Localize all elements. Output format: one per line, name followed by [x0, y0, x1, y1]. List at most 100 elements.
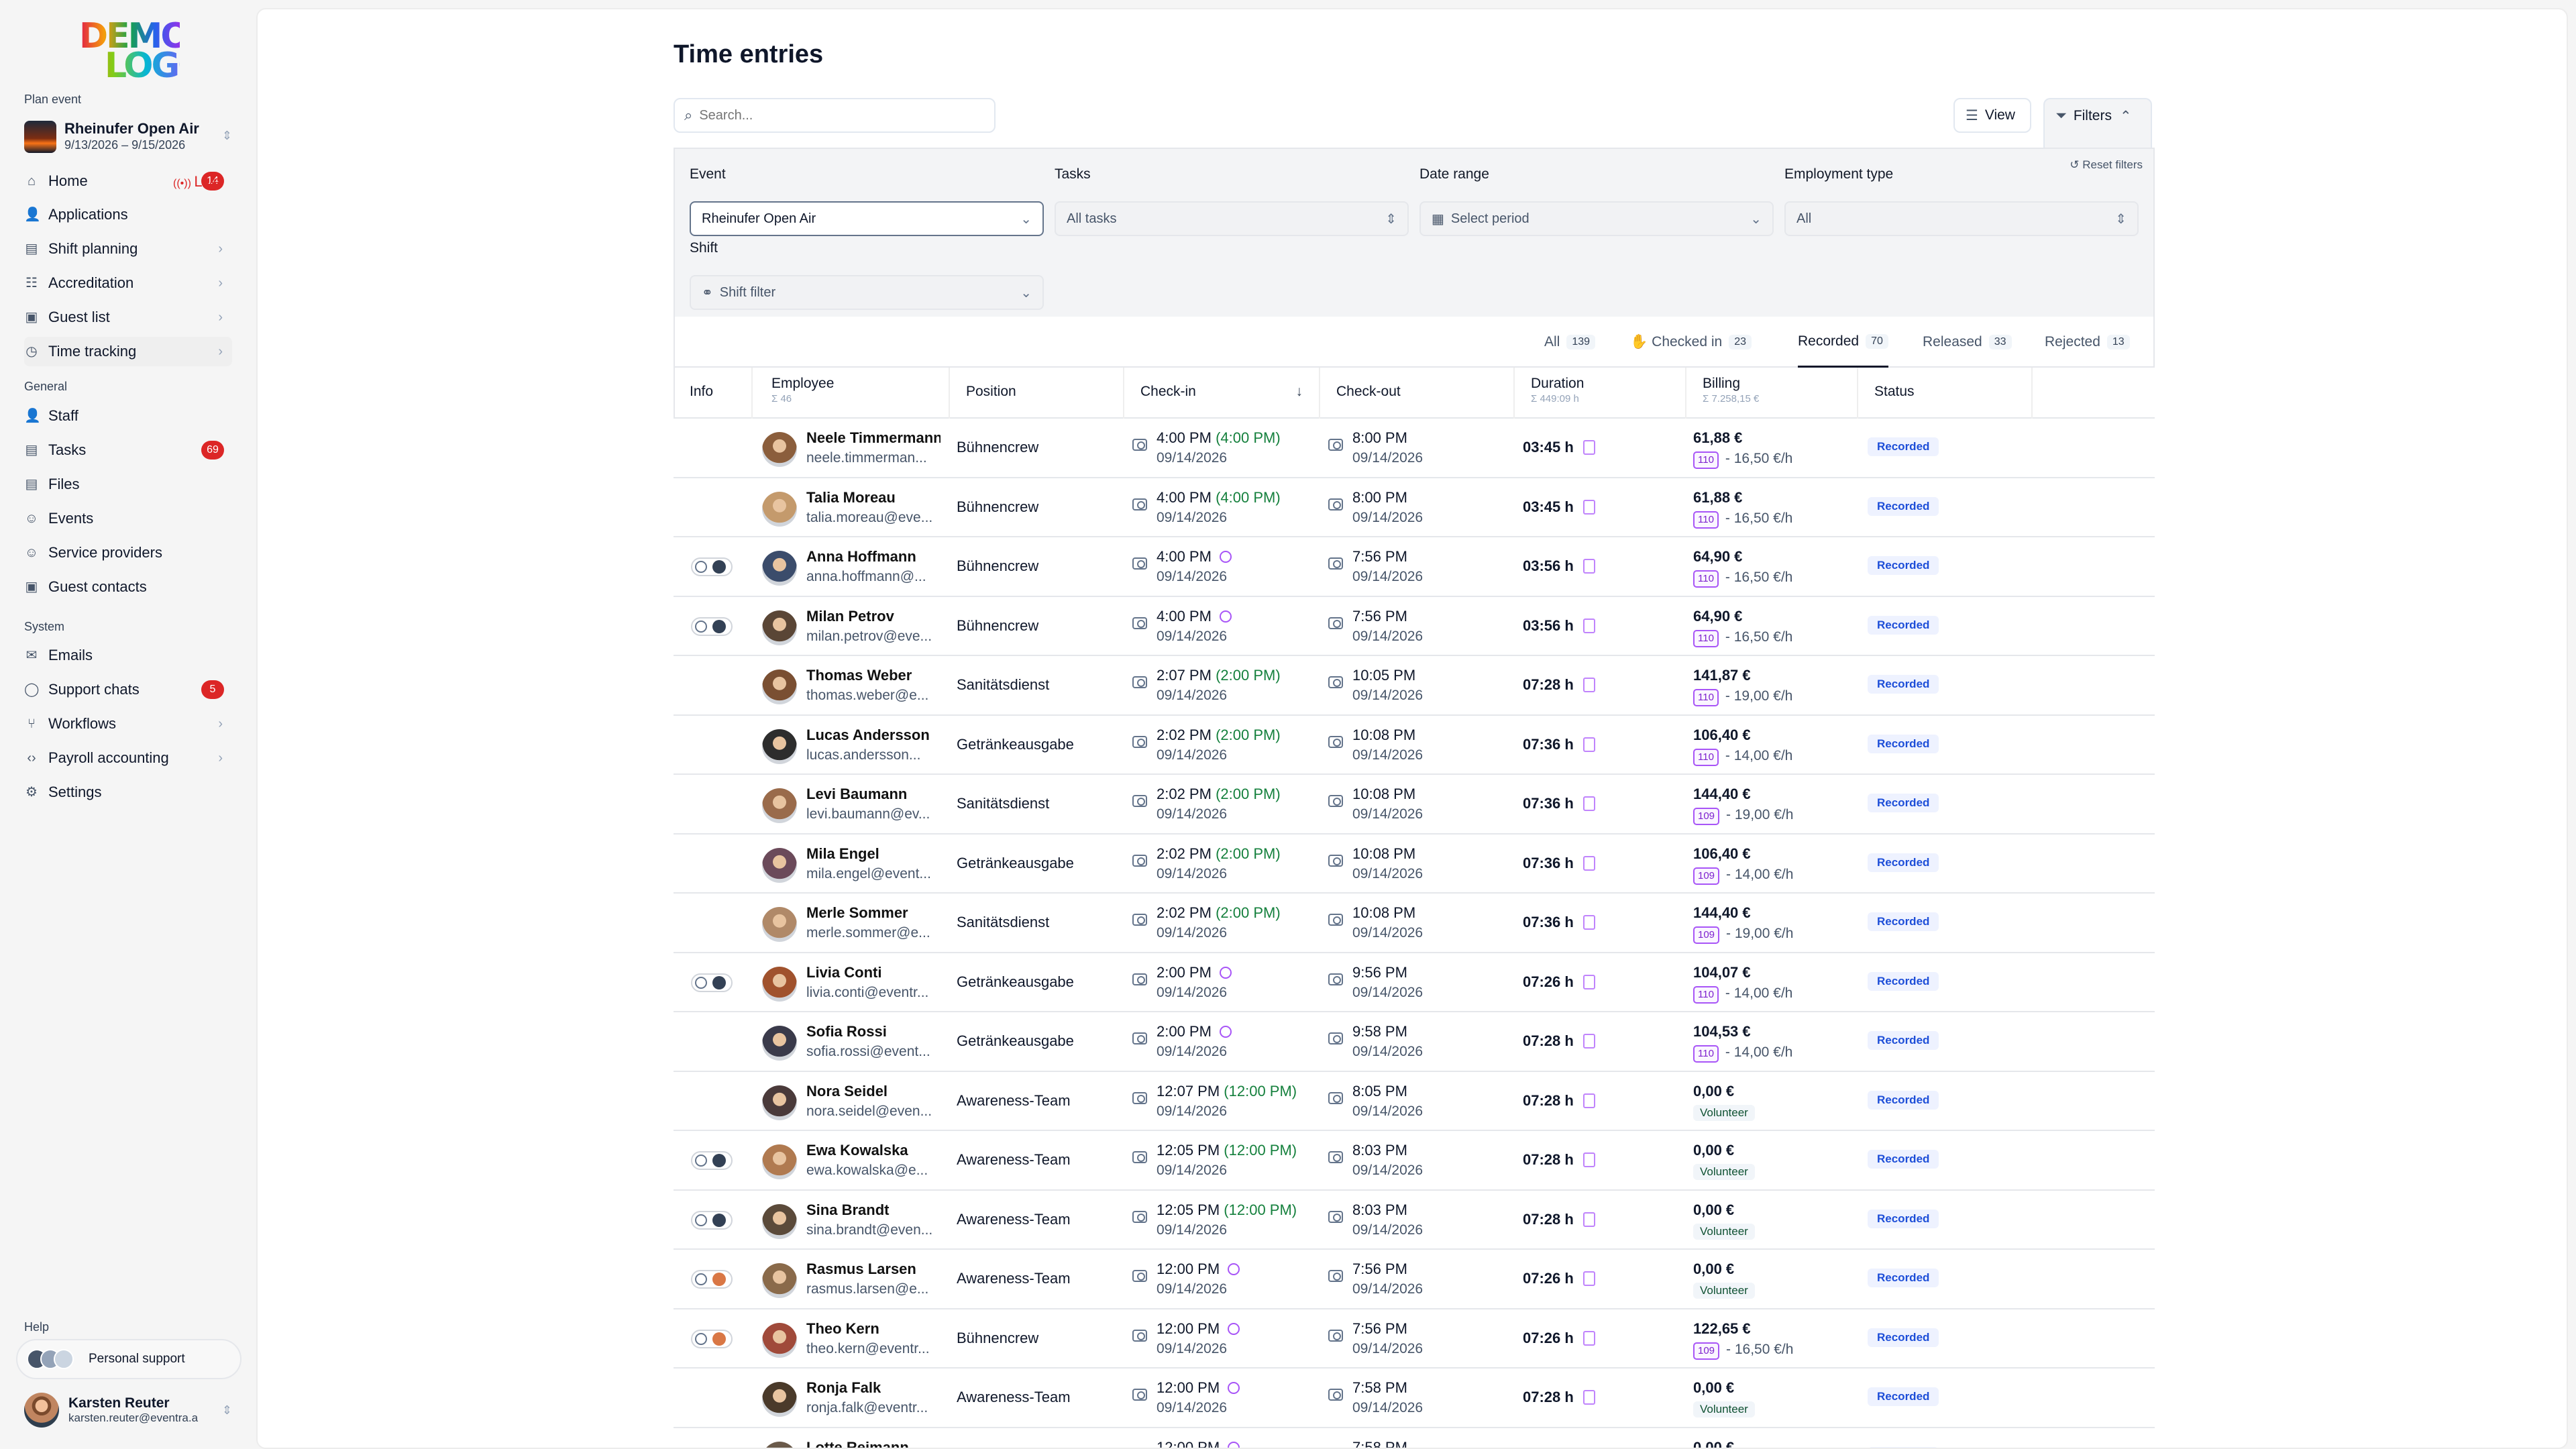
- camera-icon[interactable]: [1132, 1270, 1147, 1282]
- camera-icon[interactable]: [1328, 1151, 1343, 1163]
- camera-icon[interactable]: [1328, 439, 1343, 451]
- table-row[interactable]: Theo Kern theo.kern@eventr... Bühnencrew 12…: [674, 1309, 2155, 1368]
- live-indicator[interactable]: ((•)) Live: [173, 173, 221, 191]
- document-icon[interactable]: [1582, 1330, 1595, 1346]
- camera-icon[interactable]: [1328, 498, 1343, 511]
- table-row[interactable]: Rasmus Larsen rasmus.larsen@e... Awareness…: [674, 1250, 2155, 1309]
- tasks-filter-select[interactable]: All tasks ⇕: [1055, 201, 1409, 236]
- camera-icon[interactable]: [1328, 1032, 1343, 1044]
- table-row[interactable]: Sina Brandt sina.brandt@even... Awareness-…: [674, 1191, 2155, 1250]
- sidebar-item-home[interactable]: ⌂ Home 14 ((•)) Live: [24, 166, 232, 196]
- table-row[interactable]: Merle Sommer merle.sommer@e... Sanitätsdie…: [674, 894, 2155, 953]
- info-indicator[interactable]: [691, 1210, 733, 1230]
- camera-icon[interactable]: [1328, 735, 1343, 748]
- date-range-select[interactable]: ▦ Select period ⌄: [1419, 201, 1774, 236]
- employee-name[interactable]: Lotte Reimann: [806, 1438, 941, 1448]
- table-row[interactable]: Neele Timmermann neele.timmerman... Bühnen…: [674, 419, 2155, 478]
- sort-down-icon[interactable]: ↓: [1296, 384, 1303, 400]
- employee-name[interactable]: Rasmus Larsen: [806, 1259, 941, 1279]
- sidebar-item-time-tracking[interactable]: ◷ Time tracking ›: [24, 337, 232, 366]
- camera-icon[interactable]: [1132, 973, 1147, 985]
- company-logo[interactable]: DEMO LOGO: [79, 19, 207, 83]
- camera-icon[interactable]: [1132, 557, 1147, 570]
- column-checkout[interactable]: Check-out: [1320, 368, 1515, 419]
- reset-filters-button[interactable]: ↺ Reset filters: [2070, 158, 2143, 172]
- camera-icon[interactable]: [1328, 676, 1343, 688]
- document-icon[interactable]: [1582, 559, 1595, 574]
- search-box[interactable]: ⌕: [674, 98, 996, 133]
- employee-name[interactable]: Ewa Kowalska: [806, 1140, 941, 1161]
- table-row[interactable]: Thomas Weber thomas.weber@e... Sanitätsdie…: [674, 656, 2155, 716]
- column-status[interactable]: Status: [1858, 368, 2033, 419]
- tab-released[interactable]: Released 33: [1923, 317, 2012, 368]
- filters-button[interactable]: ⏷ Filters ⌃: [2043, 98, 2152, 148]
- document-icon[interactable]: [1582, 737, 1595, 752]
- document-icon[interactable]: [1582, 1212, 1595, 1227]
- employee-name[interactable]: Sofia Rossi: [806, 1022, 941, 1042]
- employee-name[interactable]: Ronja Falk: [806, 1378, 941, 1398]
- employee-name[interactable]: Thomas Weber: [806, 665, 941, 686]
- table-row[interactable]: Ronja Falk ronja.falk@eventr... Awareness-…: [674, 1368, 2155, 1428]
- sidebar-item-guest-list[interactable]: ▣ Guest list ›: [24, 303, 232, 332]
- user-menu[interactable]: Karsten Reuter karsten.reuter@eventra.a …: [24, 1390, 232, 1430]
- sidebar-item-service-providers[interactable]: ☺ Service providers: [24, 538, 232, 568]
- employee-name[interactable]: Anna Hoffmann: [806, 547, 941, 567]
- document-icon[interactable]: [1582, 915, 1595, 930]
- sidebar-item-workflows[interactable]: ⑂ Workflows ›: [24, 709, 232, 739]
- column-billing[interactable]: Billing Σ 7.258,15 €: [1686, 368, 1858, 419]
- camera-icon[interactable]: [1132, 1389, 1147, 1401]
- camera-icon[interactable]: [1132, 1032, 1147, 1044]
- column-checkin[interactable]: Check-in ↓: [1124, 368, 1320, 419]
- info-indicator[interactable]: [691, 973, 733, 992]
- employee-name[interactable]: Merle Sommer: [806, 903, 941, 923]
- camera-icon[interactable]: [1132, 1091, 1147, 1104]
- camera-icon[interactable]: [1132, 735, 1147, 748]
- camera-icon[interactable]: [1132, 1151, 1147, 1163]
- document-icon[interactable]: [1582, 855, 1595, 871]
- table-row[interactable]: Milan Petrov milan.petrov@eve... Bühnencre…: [674, 597, 2155, 656]
- sidebar-item-shift-planning[interactable]: ▤ Shift planning ›: [24, 234, 232, 264]
- employee-name[interactable]: Nora Seidel: [806, 1081, 941, 1102]
- info-indicator[interactable]: [691, 1329, 733, 1348]
- document-icon[interactable]: [1582, 1390, 1595, 1405]
- sidebar-item-files[interactable]: ▤ Files: [24, 470, 232, 499]
- column-duration[interactable]: Duration Σ 449:09 h: [1515, 368, 1686, 419]
- table-row[interactable]: Levi Baumann levi.baumann@ev... Sanitätsdi…: [674, 775, 2155, 835]
- camera-icon[interactable]: [1328, 1329, 1343, 1342]
- camera-icon[interactable]: [1328, 854, 1343, 867]
- table-row[interactable]: Lucas Andersson lucas.andersson... Getränk…: [674, 716, 2155, 775]
- employee-name[interactable]: Mila Engel: [806, 844, 941, 864]
- camera-icon[interactable]: [1132, 439, 1147, 451]
- document-icon[interactable]: [1582, 796, 1595, 811]
- camera-icon[interactable]: [1328, 914, 1343, 926]
- event-switcher[interactable]: Rheinufer Open Air 9/13/2026 – 9/15/2026…: [24, 119, 232, 154]
- table-row[interactable]: Mila Engel mila.engel@event... Getränkeaus…: [674, 835, 2155, 894]
- camera-icon[interactable]: [1132, 854, 1147, 867]
- employee-name[interactable]: Lucas Andersson: [806, 725, 941, 745]
- table-row[interactable]: Talia Moreau talia.moreau@eve... Bühnencre…: [674, 478, 2155, 537]
- column-position[interactable]: Position: [950, 368, 1124, 419]
- document-icon[interactable]: [1582, 1271, 1595, 1286]
- document-icon[interactable]: [1582, 1152, 1595, 1167]
- personal-support-button[interactable]: Personal support: [16, 1339, 241, 1379]
- employee-name[interactable]: Neele Timmermann: [806, 428, 941, 448]
- camera-icon[interactable]: [1132, 616, 1147, 629]
- table-row[interactable]: Nora Seidel nora.seidel@even... Awareness-…: [674, 1072, 2155, 1131]
- camera-icon[interactable]: [1132, 498, 1147, 511]
- document-icon[interactable]: [1582, 1034, 1595, 1049]
- camera-icon[interactable]: [1328, 1210, 1343, 1223]
- employment-type-select[interactable]: All ⇕: [1784, 201, 2139, 236]
- document-icon[interactable]: [1582, 1093, 1595, 1108]
- camera-icon[interactable]: [1132, 1210, 1147, 1223]
- table-row[interactable]: Ewa Kowalska ewa.kowalska@e... Awareness-T…: [674, 1131, 2155, 1191]
- document-icon[interactable]: [1582, 499, 1595, 515]
- employee-name[interactable]: Sina Brandt: [806, 1200, 941, 1220]
- employee-name[interactable]: Talia Moreau: [806, 488, 941, 508]
- camera-icon[interactable]: [1132, 676, 1147, 688]
- sidebar-item-events[interactable]: ☺ Events: [24, 504, 232, 533]
- table-row[interactable]: Anna Hoffmann anna.hoffmann@... Bühnencrew…: [674, 537, 2155, 597]
- tab-checked-in[interactable]: ✋ Checked in 23: [1630, 317, 1752, 368]
- info-indicator[interactable]: [691, 1151, 733, 1170]
- camera-icon[interactable]: [1132, 914, 1147, 926]
- sidebar-item-applications[interactable]: 👤 Applications: [24, 200, 232, 229]
